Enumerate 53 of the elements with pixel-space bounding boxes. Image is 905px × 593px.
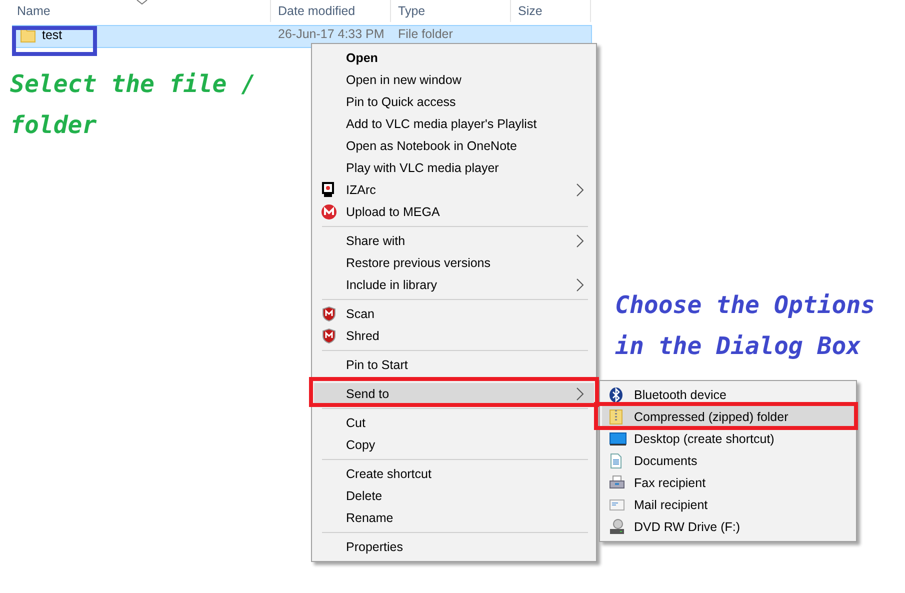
- chevron-right-icon: [576, 278, 584, 292]
- chevron-right-icon: [576, 387, 584, 401]
- menu-item[interactable]: Share with: [314, 230, 594, 252]
- menu-item[interactable]: Properties: [314, 536, 594, 558]
- menu-item[interactable]: Open as Notebook in OneNote: [314, 135, 594, 157]
- menu-item[interactable]: Open in new window: [314, 69, 594, 91]
- annotation-text: Choose the Options in the Dialog Box: [615, 290, 876, 362]
- menu-item[interactable]: Restore previous versions: [314, 252, 594, 274]
- menu-item[interactable]: DVD RW Drive (F:): [602, 516, 854, 538]
- menu-item[interactable]: Bluetooth device: [602, 384, 854, 406]
- menu-item[interactable]: Delete: [314, 485, 594, 507]
- file-name: test: [42, 28, 62, 42]
- date-cell-text: 26-Jun-17 4:33 PM: [277, 27, 386, 42]
- annotation-text: Select the file / folder: [10, 69, 256, 141]
- monitor-icon: [609, 431, 627, 447]
- shield-icon: [321, 328, 337, 344]
- printer-icon: [609, 475, 625, 491]
- folder-icon: [20, 27, 36, 43]
- envelope-icon: [609, 497, 625, 513]
- menu-item[interactable]: Upload to MEGA: [314, 201, 594, 223]
- menu-item[interactable]: Create shortcut: [314, 463, 594, 485]
- menu-item[interactable]: IZArc: [314, 179, 594, 201]
- zip-folder-icon: [609, 409, 623, 425]
- menu-item[interactable]: Scan: [314, 303, 594, 325]
- menu-item[interactable]: Shred: [314, 325, 594, 347]
- menu-item[interactable]: Rename: [314, 507, 594, 529]
- bluetooth-icon: [609, 387, 623, 403]
- menu-item[interactable]: Compressed (zipped) folder: [602, 406, 854, 428]
- disc-drive-icon: [609, 519, 625, 535]
- column-header[interactable]: Date modified: [271, 0, 391, 22]
- column-header[interactable]: Name: [0, 0, 271, 22]
- type-cell-text: File folder: [397, 27, 454, 42]
- chevron-right-icon: [576, 234, 584, 248]
- menu-item[interactable]: Add to VLC media player's Playlist: [314, 113, 594, 135]
- shield-icon: [321, 306, 337, 322]
- menu-item[interactable]: Cut: [314, 412, 594, 434]
- menu-item[interactable]: Include in library: [314, 274, 594, 296]
- menu-item[interactable]: Send to: [314, 383, 594, 405]
- document-icon: [609, 453, 623, 469]
- menu-item[interactable]: Open: [314, 47, 594, 69]
- menu-item[interactable]: Fax recipient: [602, 472, 854, 494]
- menu-item[interactable]: Play with VLC media player: [314, 157, 594, 179]
- menu-item[interactable]: Mail recipient: [602, 494, 854, 516]
- menu-item[interactable]: Desktop (create shortcut): [602, 428, 854, 450]
- menu-item[interactable]: Pin to Quick access: [314, 91, 594, 113]
- column-header[interactable]: Type: [391, 0, 511, 22]
- menu-item[interactable]: Documents: [602, 450, 854, 472]
- izarc-icon: [321, 182, 335, 198]
- chevron-right-icon: [576, 183, 584, 197]
- menu-item[interactable]: Pin to Start: [314, 354, 594, 376]
- mega-icon: [321, 204, 337, 220]
- column-header[interactable]: Size: [511, 0, 591, 22]
- menu-item[interactable]: Copy: [314, 434, 594, 456]
